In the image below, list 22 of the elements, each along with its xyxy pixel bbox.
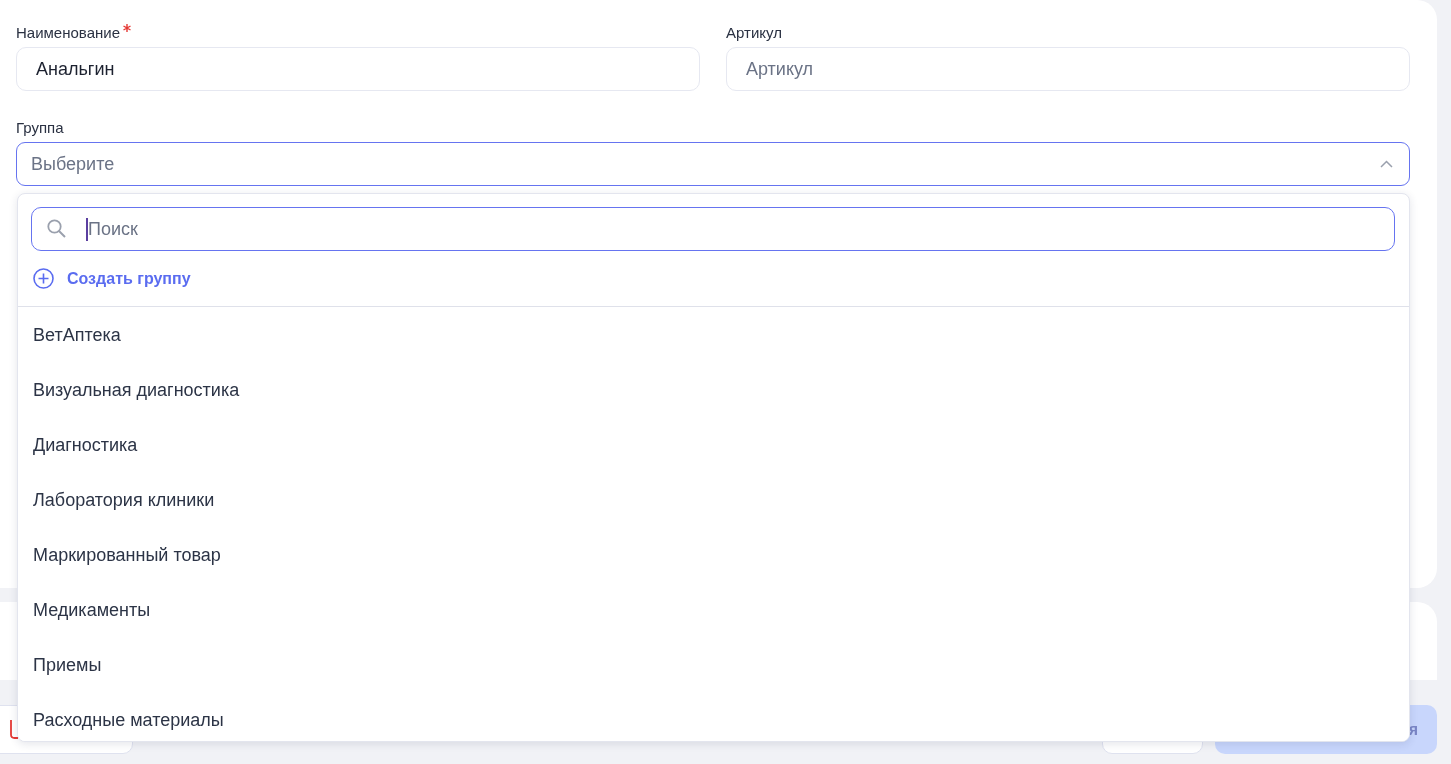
plus-circle-icon — [33, 268, 54, 289]
field-label: Артикул — [726, 24, 782, 42]
group-option[interactable]: Приемы — [18, 638, 1409, 693]
group-option[interactable]: Визуальная диагностика — [18, 363, 1409, 418]
button-label-text: я — [1408, 719, 1418, 740]
group-option[interactable]: ВетАптека — [18, 308, 1409, 363]
field-label: Группа — [16, 119, 64, 137]
field-label: Наименование — [16, 24, 120, 42]
bin-icon — [10, 720, 18, 739]
group-option[interactable]: Расходные материалы — [18, 693, 1409, 741]
text-input[interactable]: Анальгин — [16, 47, 700, 91]
group-option[interactable]: Маркированный товар — [18, 528, 1409, 583]
create-group-button[interactable]: Создать группу — [33, 268, 191, 289]
group-option[interactable]: Лаборатория клиники — [18, 473, 1409, 528]
text-input[interactable]: Артикул — [726, 47, 1410, 91]
group-select[interactable]: Выберите — [16, 142, 1410, 186]
text-cursor-icon — [86, 218, 88, 241]
search-icon — [47, 219, 66, 238]
search-field[interactable]: Поиск — [31, 207, 1395, 251]
group-option[interactable]: Диагностика — [18, 418, 1409, 473]
group-option[interactable]: Медикаменты — [18, 583, 1409, 638]
chevron-icon — [1380, 160, 1393, 168]
